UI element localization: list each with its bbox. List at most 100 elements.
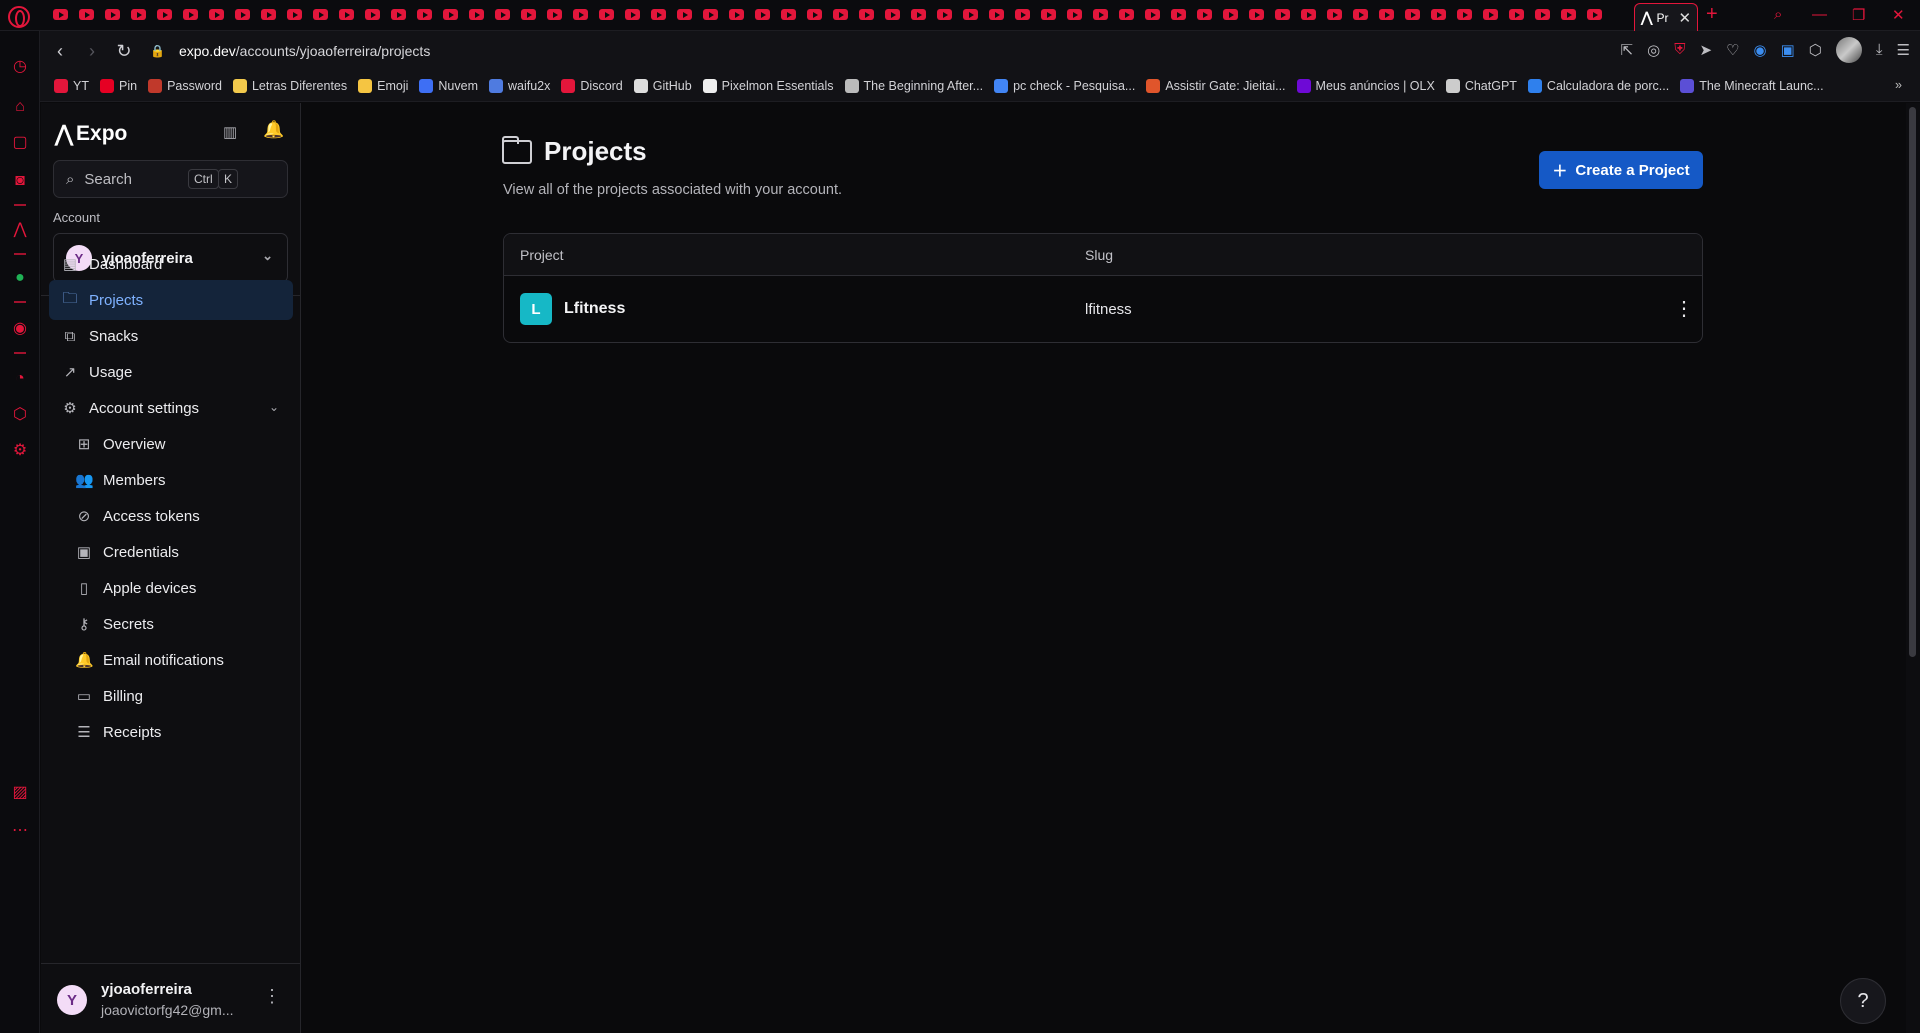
heart-icon[interactable]: ♡	[1726, 41, 1739, 63]
bookmark-item[interactable]: Pixelmon Essentials	[702, 79, 834, 93]
youtube-tab-icon[interactable]	[542, 7, 568, 23]
youtube-tab-icon[interactable]	[412, 7, 438, 23]
youtube-tab-icon[interactable]	[958, 7, 984, 23]
wallpaper-icon[interactable]: ▨	[10, 783, 30, 803]
youtube-tab-icon[interactable]	[776, 7, 802, 23]
youtube-tab-icon[interactable]	[308, 7, 334, 23]
bookmark-item[interactable]: waifu2x	[489, 79, 550, 93]
close-tab-icon[interactable]: ✕	[1678, 9, 1691, 27]
bookmark-item[interactable]: YT	[54, 79, 89, 93]
youtube-tab-icon[interactable]	[1426, 7, 1452, 23]
youtube-tab-icon[interactable]	[1192, 7, 1218, 23]
youtube-tab-icon[interactable]	[932, 7, 958, 23]
youtube-tab-icon[interactable]	[1322, 7, 1348, 23]
bookmark-item[interactable]: The Beginning After...	[844, 79, 983, 93]
docs-icon[interactable]: ▥	[223, 123, 237, 141]
youtube-tab-icon[interactable]	[724, 7, 750, 23]
youtube-tab-icon[interactable]	[152, 7, 178, 23]
sidebar-item-overview[interactable]: ⊞ Overview	[49, 424, 293, 464]
sidebar-item-usage[interactable]: ↗ Usage	[49, 352, 293, 392]
youtube-tab-icon[interactable]	[1504, 7, 1530, 23]
youtube-tab-icon[interactable]	[360, 7, 386, 23]
youtube-tab-icon[interactable]	[854, 7, 880, 23]
youtube-tab-icon[interactable]	[1374, 7, 1400, 23]
bookmark-item[interactable]: Letras Diferentes	[232, 79, 347, 93]
shield-icon[interactable]: ⛨	[1674, 41, 1685, 63]
send-icon[interactable]: ➤	[1699, 41, 1712, 63]
search-input[interactable]: ⌕ Search Ctrl K	[53, 160, 288, 198]
more-icon[interactable]: ⋯	[10, 821, 30, 841]
youtube-tab-icon[interactable]	[698, 7, 724, 23]
cube-icon[interactable]: ⬡	[1809, 41, 1822, 63]
youtube-tab-icon[interactable]	[984, 7, 1010, 23]
youtube-tab-icon[interactable]	[204, 7, 230, 23]
sidebar-item-projects[interactable]: 🗀 Projects	[49, 280, 293, 320]
whatsapp-icon[interactable]: ●	[10, 268, 30, 288]
youtube-tab-icon[interactable]	[1270, 7, 1296, 23]
window-close-icon[interactable]: ✕	[1892, 6, 1905, 24]
youtube-tab-icon[interactable]	[516, 7, 542, 23]
settings-icon[interactable]: ⚙	[10, 441, 30, 461]
extensions-icon[interactable]: ⬡	[10, 405, 30, 425]
youtube-tab-icon[interactable]	[386, 7, 412, 23]
youtube-tab-icon[interactable]	[1582, 7, 1608, 23]
youtube-tab-icon[interactable]	[438, 7, 464, 23]
search-tabs-icon[interactable]: ⌕	[1774, 6, 1782, 23]
sidebar-item-members[interactable]: 👥 Members	[49, 460, 293, 500]
snapshot-icon[interactable]: ◎	[1647, 41, 1660, 63]
sidebar-item-billing[interactable]: ▭ Billing	[49, 676, 293, 716]
history-icon[interactable]: ◔	[10, 369, 30, 389]
youtube-tab-icon[interactable]	[100, 7, 126, 23]
youtube-tab-icon[interactable]	[1114, 7, 1140, 23]
speed-dial-icon[interactable]: ◷	[10, 57, 30, 77]
bookmark-item[interactable]: Pin	[99, 79, 137, 93]
minimize-icon[interactable]: —	[1812, 6, 1827, 23]
youtube-tab-icon[interactable]	[1166, 7, 1192, 23]
youtube-tab-icon[interactable]	[1244, 7, 1270, 23]
youtube-tab-icon[interactable]	[568, 7, 594, 23]
user-footer[interactable]: Y yjoaoferreira joaovictorfg42@gm... ⋮	[41, 963, 301, 1033]
back-icon[interactable]: ‹	[44, 41, 76, 62]
bookmark-item[interactable]: ChatGPT	[1445, 79, 1517, 93]
share-icon[interactable]: ⇱	[1621, 41, 1634, 63]
youtube-tab-icon[interactable]	[256, 7, 282, 23]
youtube-tab-icon[interactable]	[672, 7, 698, 23]
scrollbar[interactable]	[1906, 103, 1920, 1033]
scrollbar-thumb[interactable]	[1909, 107, 1916, 657]
bookmark-item[interactable]: Nuvem	[419, 79, 478, 93]
reload-icon[interactable]: ↻	[108, 41, 140, 62]
twitch-icon[interactable]: ▢	[10, 133, 30, 153]
translate-icon[interactable]: ▣	[1781, 41, 1795, 63]
youtube-tab-icon[interactable]	[620, 7, 646, 23]
create-project-button[interactable]: ＋ Create a Project	[1539, 151, 1703, 189]
bookmark-item[interactable]: GitHub	[633, 79, 692, 93]
youtube-tab-icon[interactable]	[464, 7, 490, 23]
youtube-tab-icon[interactable]	[1140, 7, 1166, 23]
bookmark-item[interactable]: Assistir Gate: Jieitai...	[1146, 79, 1286, 93]
project-name[interactable]: Lfitness	[564, 300, 625, 318]
youtube-tab-icon[interactable]	[880, 7, 906, 23]
bookmark-item[interactable]: Password	[148, 79, 222, 93]
help-button[interactable]: ?	[1840, 978, 1886, 1024]
youtube-tab-icon[interactable]	[1088, 7, 1114, 23]
youtube-tab-icon[interactable]	[230, 7, 256, 23]
youtube-tab-icon[interactable]	[282, 7, 308, 23]
url-field[interactable]: expo.dev/accounts/yjoaoferreira/projects	[179, 43, 430, 59]
youtube-tab-icon[interactable]	[1452, 7, 1478, 23]
sidebar-item-account-settings[interactable]: ⚙ Account settings ⌄	[49, 388, 293, 428]
youtube-tab-icon[interactable]	[1348, 7, 1374, 23]
restore-icon[interactable]: ❐	[1852, 6, 1865, 24]
youtube-tab-icon[interactable]	[126, 7, 152, 23]
sidebar-item-receipts[interactable]: ☰ Receipts	[49, 712, 293, 752]
youtube-tab-icon[interactable]	[74, 7, 100, 23]
player-icon[interactable]: ◉	[10, 319, 30, 339]
youtube-tab-icon[interactable]	[334, 7, 360, 23]
bookmark-item[interactable]: Discord	[561, 79, 623, 93]
opera-logo-icon[interactable]	[8, 6, 30, 28]
sidebar-item-access-tokens[interactable]: ⊘ Access tokens	[49, 496, 293, 536]
bookmark-item[interactable]: Meus anúncios | OLX	[1296, 79, 1435, 93]
forward-icon[interactable]: ›	[76, 41, 108, 62]
new-tab-button[interactable]: +	[1706, 3, 1718, 26]
table-row[interactable]: L Lfitness lfitness ⋮	[504, 276, 1702, 342]
youtube-tab-icon[interactable]	[1062, 7, 1088, 23]
